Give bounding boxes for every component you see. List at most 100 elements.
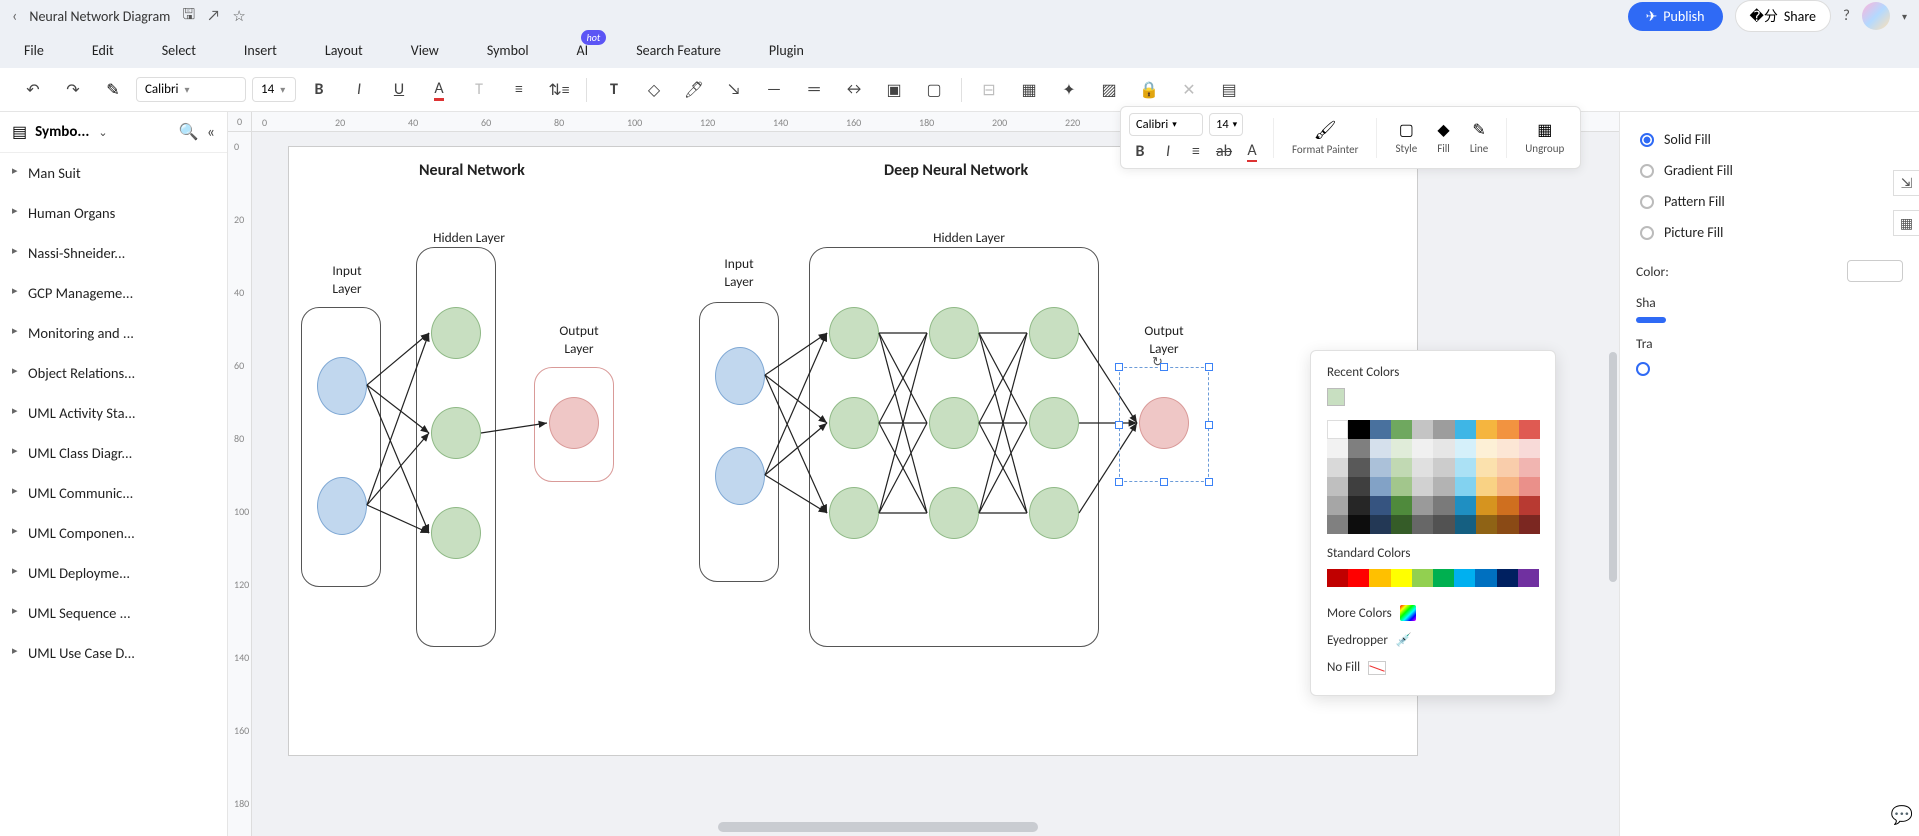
selection-box[interactable] (1119, 367, 1209, 482)
group-icon[interactable]: ▦ (1012, 73, 1046, 107)
line-weight-icon[interactable]: ═ (797, 73, 831, 107)
palette-swatch[interactable] (1455, 420, 1476, 439)
palette-swatch[interactable] (1348, 496, 1369, 515)
menu-edit[interactable]: Edit (92, 42, 114, 59)
node-hidden[interactable] (431, 307, 481, 359)
palette-swatch[interactable] (1391, 439, 1412, 458)
palette-swatch[interactable] (1391, 458, 1412, 477)
node-hidden[interactable] (1029, 397, 1079, 449)
bring-front-icon[interactable]: ▣ (877, 73, 911, 107)
palette-swatch[interactable] (1370, 496, 1391, 515)
crop-icon[interactable]: ▨ (1092, 73, 1126, 107)
sidebar-item[interactable]: Nassi-Shneider... (0, 233, 227, 273)
palette-swatch[interactable] (1433, 420, 1454, 439)
palette-swatch[interactable] (1455, 496, 1476, 515)
open-external-icon[interactable]: ↗ (207, 7, 220, 25)
format-painter-icon[interactable]: ✎ (96, 73, 130, 107)
palette-swatch[interactable] (1519, 496, 1540, 515)
sidebar-item[interactable]: UML Sequence ... (0, 593, 227, 633)
help-icon[interactable]: ? (1843, 7, 1850, 25)
lock-icon[interactable]: 🔒 (1132, 73, 1166, 107)
float-italic-icon[interactable]: I (1157, 140, 1179, 162)
font-select[interactable]: Calibri▾ (136, 77, 246, 102)
palette-swatch[interactable] (1455, 477, 1476, 496)
table-icon[interactable]: ▤ (1212, 73, 1246, 107)
fill-icon[interactable]: ◇ (637, 73, 671, 107)
side-tab-grid-icon[interactable]: ▦ (1893, 210, 1919, 236)
float-strike-icon[interactable]: ab (1213, 140, 1235, 162)
palette-swatch[interactable] (1370, 477, 1391, 496)
standard-color-swatch[interactable] (1497, 569, 1518, 587)
standard-color-swatch[interactable] (1327, 569, 1348, 587)
node-hidden[interactable] (829, 397, 879, 449)
sidebar-item[interactable]: UML Class Diagr... (0, 433, 227, 473)
horizontal-scrollbar[interactable] (718, 822, 1038, 832)
palette-swatch[interactable] (1476, 515, 1497, 534)
palette-swatch[interactable] (1519, 458, 1540, 477)
redo-icon[interactable]: ↷ (56, 73, 90, 107)
palette-swatch[interactable] (1519, 515, 1540, 534)
node-hidden[interactable] (829, 487, 879, 539)
standard-color-swatch[interactable] (1391, 569, 1412, 587)
float-bold-icon[interactable]: B (1129, 140, 1151, 162)
align-icon[interactable]: ≡ (502, 73, 536, 107)
group-input-1[interactable] (301, 307, 381, 587)
menu-insert[interactable]: Insert (244, 42, 277, 59)
palette-swatch[interactable] (1327, 515, 1348, 534)
palette-swatch[interactable] (1391, 496, 1412, 515)
float-fill[interactable]: ◆Fill (1429, 120, 1458, 155)
palette-swatch[interactable] (1519, 477, 1540, 496)
underline-icon[interactable]: U (382, 73, 416, 107)
palette-swatch[interactable] (1327, 458, 1348, 477)
palette-swatch[interactable] (1476, 458, 1497, 477)
float-style[interactable]: ▢Style (1387, 120, 1425, 155)
palette-swatch[interactable] (1455, 458, 1476, 477)
palette-swatch[interactable] (1433, 439, 1454, 458)
node-input[interactable] (317, 477, 367, 535)
sidebar-item[interactable]: Object Relations... (0, 353, 227, 393)
palette-swatch[interactable] (1412, 477, 1433, 496)
color-swatch-button[interactable] (1847, 260, 1903, 282)
node-hidden[interactable] (431, 407, 481, 459)
float-ungroup[interactable]: ▦Ungroup (1517, 120, 1572, 155)
text-tool-icon[interactable]: T (597, 73, 631, 107)
sidebar-item[interactable]: UML Use Case D... (0, 633, 227, 673)
palette-swatch[interactable] (1476, 420, 1497, 439)
palette-swatch[interactable] (1497, 477, 1518, 496)
standard-color-swatch[interactable] (1475, 569, 1496, 587)
palette-swatch[interactable] (1391, 515, 1412, 534)
standard-color-swatch[interactable] (1454, 569, 1475, 587)
palette-swatch[interactable] (1391, 420, 1412, 439)
palette-swatch[interactable] (1348, 439, 1369, 458)
palette-swatch[interactable] (1433, 477, 1454, 496)
avatar-caret-icon[interactable]: ▾ (1902, 10, 1907, 23)
avatar[interactable] (1862, 2, 1890, 30)
palette-swatch[interactable] (1348, 458, 1369, 477)
node-hidden[interactable] (929, 307, 979, 359)
node-hidden[interactable] (431, 507, 481, 559)
vertical-scrollbar[interactable] (1609, 352, 1617, 582)
line-style-icon[interactable]: — (757, 73, 791, 107)
sidebar-item[interactable]: UML Activity Sta... (0, 393, 227, 433)
menu-file[interactable]: File (24, 42, 44, 59)
palette-swatch[interactable] (1370, 515, 1391, 534)
standard-color-swatch[interactable] (1412, 569, 1433, 587)
fill-option-gradient[interactable]: Gradient Fill (1636, 155, 1903, 186)
recent-color-swatch[interactable] (1327, 388, 1345, 406)
font-color-icon[interactable]: A (422, 73, 456, 107)
sidebar-item[interactable]: UML Componen... (0, 513, 227, 553)
menu-view[interactable]: View (411, 42, 439, 59)
side-tab-expand-icon[interactable]: ⇲ (1893, 170, 1919, 196)
menu-layout[interactable]: Layout (325, 42, 363, 59)
palette-swatch[interactable] (1348, 515, 1369, 534)
strike-icon[interactable]: T (462, 73, 496, 107)
menu-search-feature[interactable]: Search Feature (636, 42, 721, 59)
bold-icon[interactable]: B (302, 73, 336, 107)
palette-swatch[interactable] (1412, 458, 1433, 477)
group-input-2[interactable] (699, 302, 779, 582)
tools-icon[interactable]: ✕ (1172, 73, 1206, 107)
menu-select[interactable]: Select (162, 42, 196, 59)
node-hidden[interactable] (1029, 487, 1079, 539)
menu-plugin[interactable]: Plugin (769, 42, 804, 59)
menu-symbol[interactable]: Symbol (487, 42, 529, 59)
